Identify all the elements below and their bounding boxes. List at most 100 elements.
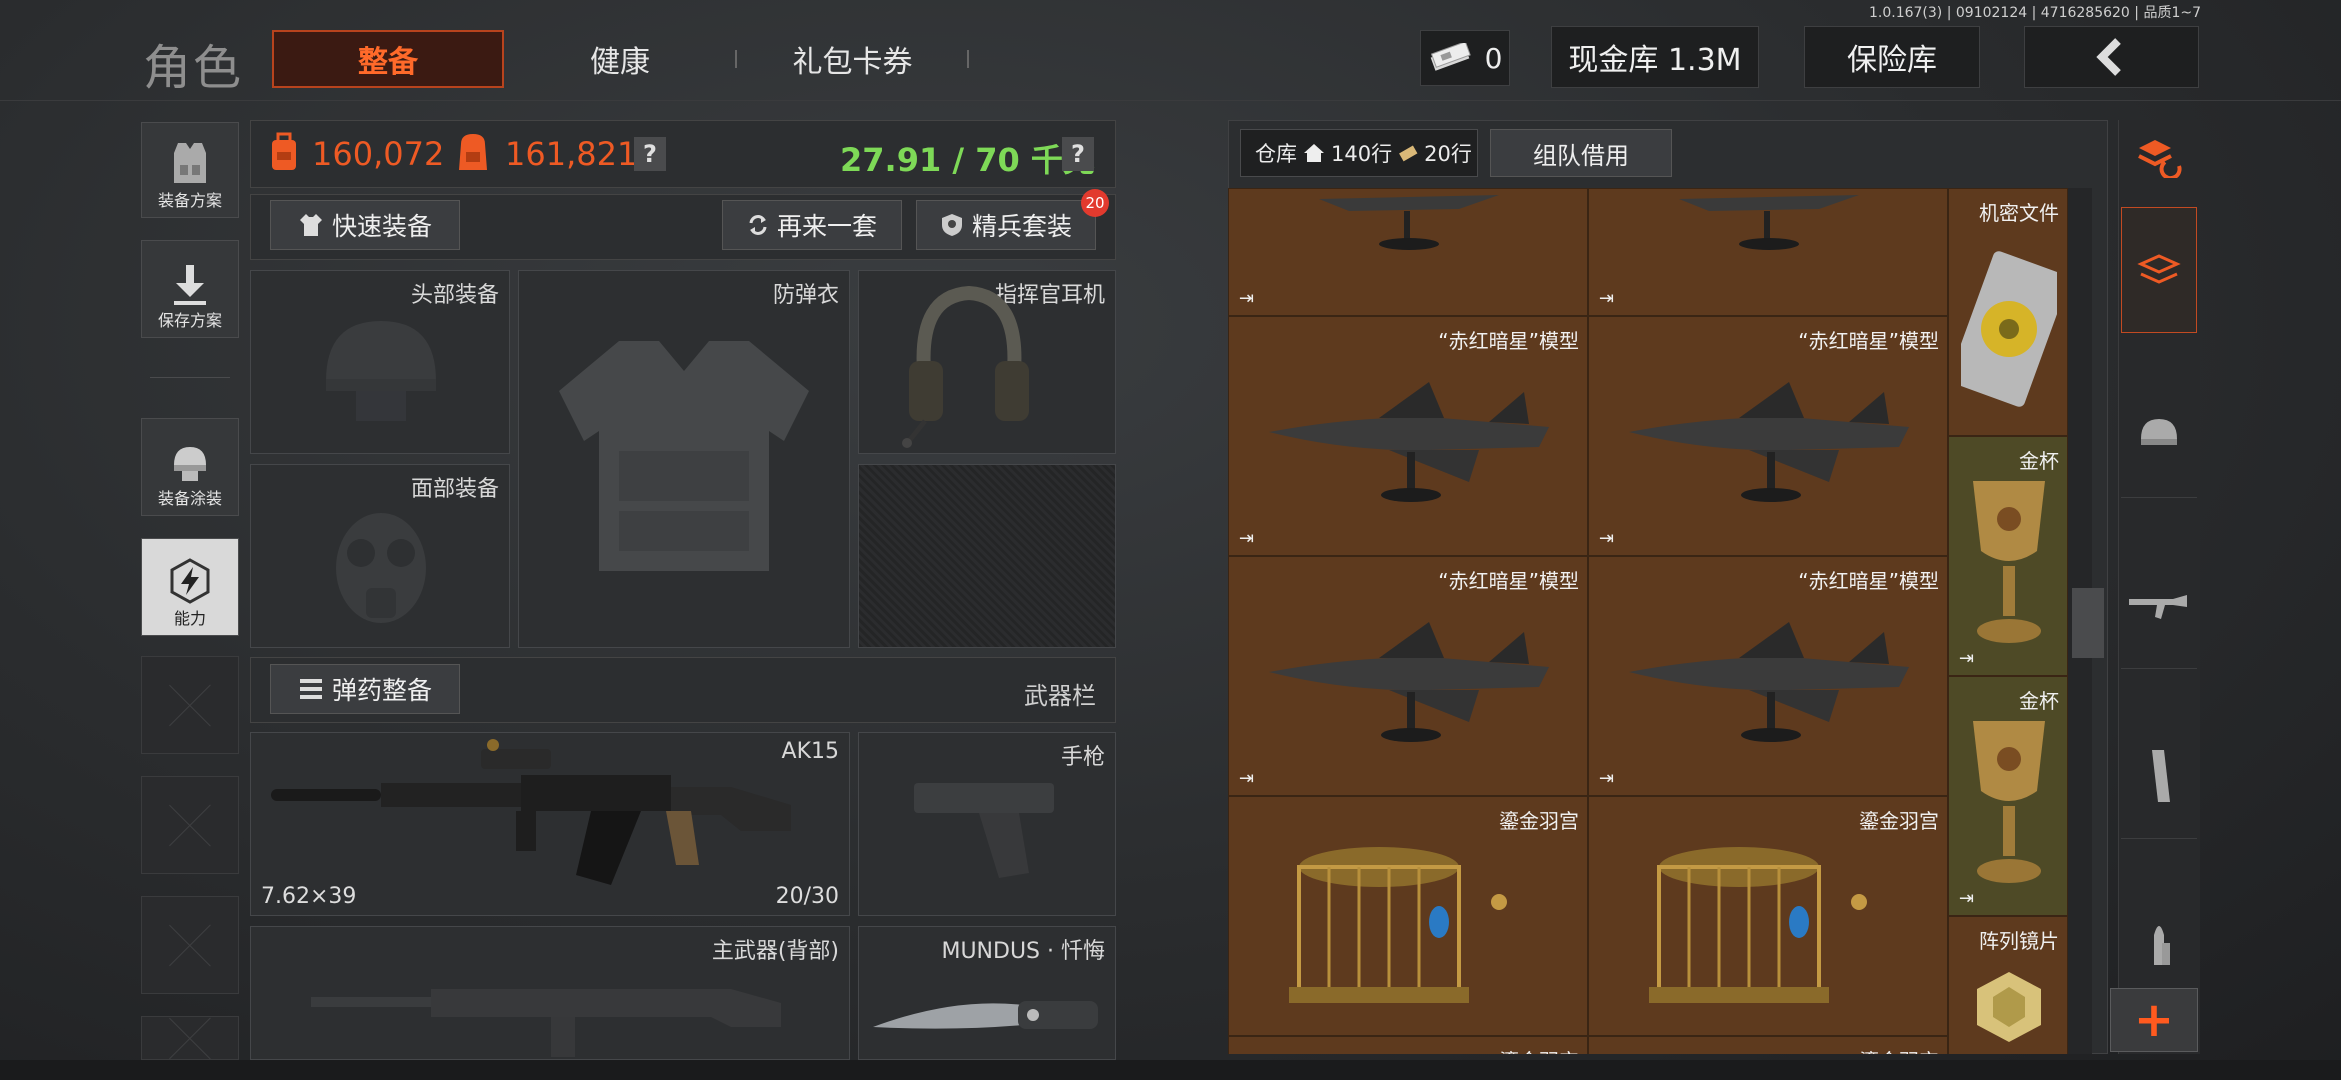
take-out-icon[interactable]: ⇥ xyxy=(1599,768,1614,789)
safe-vault-button[interactable]: 保险库 xyxy=(1804,26,1980,88)
head-slot[interactable]: 头部装备 xyxy=(250,270,510,454)
ammo-icon xyxy=(299,679,322,699)
save-plan-button[interactable]: 保存方案 xyxy=(141,240,239,338)
face-slot[interactable]: 面部装备 xyxy=(250,464,510,648)
weight-help-button[interactable]: ? xyxy=(1062,137,1094,171)
item-name: 鎏金羽宫 xyxy=(1499,1045,1579,1054)
back-weapon-slot[interactable]: 主武器(背部) xyxy=(250,926,850,1060)
ability-bolt-icon xyxy=(170,558,210,604)
tab-equip[interactable]: 整备 xyxy=(272,30,504,88)
headset-slot[interactable]: 指挥官耳机 xyxy=(858,270,1116,454)
team-borrow-button[interactable]: 组队借用 xyxy=(1490,129,1672,177)
category-magazine[interactable] xyxy=(2121,713,2197,839)
total-value: 160,072 xyxy=(312,135,445,173)
take-out-icon[interactable]: ⇥ xyxy=(1239,528,1254,549)
bag-value: 161,821 xyxy=(505,135,638,173)
jet-model-image xyxy=(1319,195,1499,250)
weapon-bar-label: 武器栏 xyxy=(1024,682,1096,710)
pistol-silhouette xyxy=(914,783,1054,878)
inventory-item[interactable]: “赤红暗星”模型 ⇥ xyxy=(1228,556,1588,796)
camo-button[interactable]: 装备涂装 xyxy=(141,418,239,516)
inventory-item[interactable]: “赤红暗星”模型 ⇥ xyxy=(1588,556,1948,796)
jet-model-image xyxy=(1629,382,1909,502)
save-plan-label: 保存方案 xyxy=(157,311,222,330)
inventory-item[interactable]: 鎏金羽宫 xyxy=(1588,796,1948,1036)
inventory-item[interactable]: 金杯 ⇥ xyxy=(1948,436,2068,676)
helmet-silhouette xyxy=(326,321,436,421)
caliber-label: 7.62×39 xyxy=(261,884,357,909)
item-name: “赤红暗星”模型 xyxy=(1798,569,1939,593)
inventory-item[interactable]: 鎏金羽宫 xyxy=(1228,1036,1588,1054)
golden-birdcage-image xyxy=(1649,847,1867,1003)
take-out-icon[interactable]: ⇥ xyxy=(1599,288,1614,309)
value-help-button[interactable]: ? xyxy=(634,137,666,171)
empty-tool-slot xyxy=(141,776,239,874)
bag-icon xyxy=(459,134,487,170)
cash-vault-button[interactable]: 现金库 1.3M xyxy=(1551,26,1759,88)
category-helmet[interactable] xyxy=(2121,372,2197,498)
inventory-item[interactable]: “赤红暗星”模型 ⇥ xyxy=(1588,316,1948,556)
ammo-supply-button[interactable]: 弹药整备 xyxy=(270,664,460,714)
category-rifle[interactable] xyxy=(2121,543,2197,669)
sort-button[interactable] xyxy=(2121,126,2197,188)
category-all[interactable] xyxy=(2121,207,2197,333)
inventory-item[interactable]: 金杯 ⇥ xyxy=(1948,676,2068,916)
warehouse-tag[interactable]: 仓库 140行 20行 xyxy=(1240,129,1478,177)
pistol-slot[interactable]: 手枪 xyxy=(858,732,1116,916)
add-category-button[interactable]: + xyxy=(2110,988,2198,1052)
headset-image xyxy=(902,285,1029,448)
elite-kit-label: 精兵套装 xyxy=(971,212,1072,241)
take-out-icon[interactable]: ⇥ xyxy=(1959,888,1974,909)
take-out-icon[interactable]: ⇥ xyxy=(1959,648,1974,669)
tab-divider xyxy=(735,50,737,68)
ammo-count: 20/30 xyxy=(775,884,839,909)
knife-image xyxy=(873,1001,1098,1029)
layers-refresh-icon xyxy=(2138,140,2182,178)
ticket-icon xyxy=(1399,145,1418,162)
inventory-item[interactable]: 阵列镜片 xyxy=(1948,916,2068,1054)
equip-again-label: 再来一套 xyxy=(776,212,877,241)
inventory-item[interactable]: 鎏金羽宫 xyxy=(1588,1036,1948,1054)
tab-health[interactable]: 健康 xyxy=(540,30,700,88)
item-name: 金杯 xyxy=(2019,689,2059,713)
empty-tool-slot xyxy=(141,1016,239,1060)
armor-slot-label: 防弹衣 xyxy=(772,283,839,308)
quick-equip-label: 快速装备 xyxy=(331,212,432,241)
take-out-icon[interactable]: ⇥ xyxy=(1599,528,1614,549)
ability-button[interactable]: 能力 xyxy=(141,538,239,636)
melee-slot-label: MUNDUS · 忏悔 xyxy=(941,939,1105,964)
gold-cup-image xyxy=(1973,721,2045,883)
empty-tool-slot xyxy=(141,656,239,754)
money-counter[interactable]: 0 xyxy=(1420,30,1510,86)
equip-again-button[interactable]: 再来一套 xyxy=(722,200,902,250)
helmet-icon xyxy=(2141,418,2177,445)
armor-slot[interactable]: 防弹衣 xyxy=(518,270,850,648)
warehouse-extra-rows: 20行 xyxy=(1424,142,1472,166)
jet-model-image xyxy=(1269,382,1549,502)
inventory-item[interactable]: 鎏金羽宫 xyxy=(1228,796,1588,1036)
chevron-left-icon xyxy=(2095,38,2121,76)
bottom-bar xyxy=(0,1060,2341,1080)
scrollbar-thumb[interactable] xyxy=(2072,588,2104,658)
melee-slot[interactable]: MUNDUS · 忏悔 xyxy=(858,926,1116,1060)
back-button[interactable] xyxy=(2024,26,2199,88)
version-info: 1.0.167(3) | 09102124 | 4716285620 | 品质1… xyxy=(1869,5,2201,21)
quick-equip-button[interactable]: 快速装备 xyxy=(270,200,460,250)
head-slot-label: 头部装备 xyxy=(410,283,499,308)
take-out-icon[interactable]: ⇥ xyxy=(1239,768,1254,789)
inventory-item[interactable]: 机密文件 xyxy=(1948,188,2068,436)
magazine-icon xyxy=(2152,749,2170,802)
backpack-icon xyxy=(272,132,296,170)
elite-kit-button[interactable]: 精兵套装 20 xyxy=(916,189,1109,250)
elite-kit-badge: 20 xyxy=(1081,189,1109,217)
empty-accessory-slot[interactable] xyxy=(858,464,1116,648)
shield-icon xyxy=(941,214,962,236)
inventory-item[interactable]: ⇥ xyxy=(1228,188,1588,316)
loadout-plan-button[interactable]: 装备方案 xyxy=(141,122,239,218)
face-slot-label: 面部装备 xyxy=(410,477,499,502)
inventory-item[interactable]: ⇥ xyxy=(1588,188,1948,316)
tab-gift-cards[interactable]: 礼包卡券 xyxy=(770,30,935,88)
take-out-icon[interactable]: ⇥ xyxy=(1239,288,1254,309)
primary-weapon-slot[interactable]: AK15 7.62×39 20/30 xyxy=(250,732,850,916)
inventory-item[interactable]: “赤红暗星”模型 ⇥ xyxy=(1228,316,1588,556)
